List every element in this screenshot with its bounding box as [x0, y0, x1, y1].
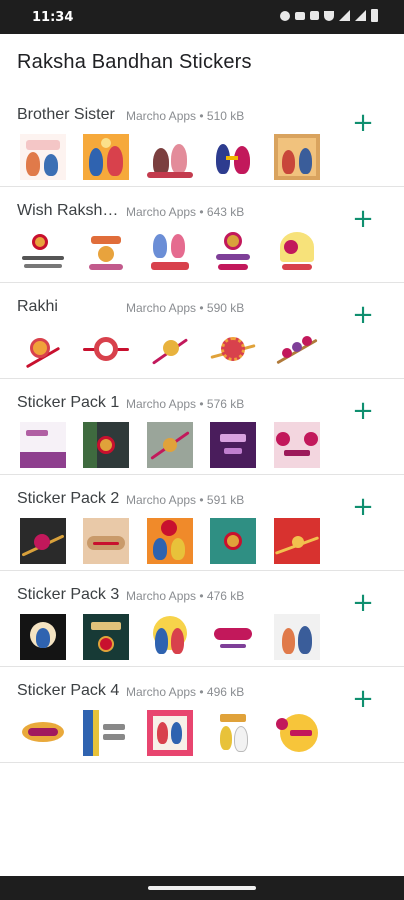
- sticker-thumbnail: [20, 710, 66, 756]
- pack-row[interactable]: Sticker Pack 4 Marcho Apps • 496 kB +: [0, 666, 404, 763]
- sticker-thumbnail: [210, 518, 256, 564]
- pack-size: 576 kB: [206, 397, 245, 411]
- pack-name: Sticker Pack 4: [17, 682, 120, 699]
- pack-row[interactable]: Sticker Pack 2 Marcho Apps • 591 kB +: [0, 474, 404, 571]
- sticker-thumbnail: [274, 710, 320, 756]
- pack-meta: Marcho Apps • 496 kB: [126, 685, 245, 699]
- sticker-thumbnail: [274, 614, 320, 660]
- pack-size: 590 kB: [206, 301, 245, 315]
- pack-meta: Marcho Apps • 476 kB: [126, 589, 245, 603]
- plus-icon[interactable]: +: [350, 110, 376, 136]
- signal-icon-2: [355, 10, 366, 21]
- wifi-icon: [324, 10, 334, 21]
- pack-size: 476 kB: [206, 589, 245, 603]
- sticker-thumbnail: [210, 230, 256, 276]
- plus-icon[interactable]: +: [350, 494, 376, 520]
- pack-size: 643 kB: [206, 205, 245, 219]
- sticker-thumbnail: [210, 614, 256, 660]
- sticker-thumbnail: [20, 518, 66, 564]
- sticker-thumbnail: [274, 518, 320, 564]
- pack-name: Brother Sister: [17, 106, 115, 123]
- sticker-thumbnail: [147, 230, 193, 276]
- sticker-thumbnail: [274, 230, 320, 276]
- pack-publisher: Marcho Apps: [126, 685, 197, 699]
- sticker-thumbnail: [83, 710, 129, 756]
- sticker-thumbnail: [274, 134, 320, 180]
- sticker-thumbnail: [147, 422, 193, 468]
- sticker-thumbnail: [20, 326, 66, 372]
- game-icon: [295, 11, 305, 20]
- sticker-thumbnail: [274, 326, 320, 372]
- sticker-thumbnail: [210, 710, 256, 756]
- pack-row[interactable]: Rakhi Marcho Apps • 590 kB +: [0, 282, 404, 379]
- pack-row[interactable]: Wish Raksh… Marcho Apps • 643 kB +: [0, 186, 404, 283]
- status-time: 11:34: [32, 10, 74, 25]
- pack-publisher: Marcho Apps: [126, 589, 197, 603]
- sticker-thumbnail: [147, 710, 193, 756]
- pack-publisher: Marcho Apps: [126, 493, 197, 507]
- sticker-thumbnail: [147, 614, 193, 660]
- pack-size: 510 kB: [206, 109, 245, 123]
- plus-icon[interactable]: +: [350, 398, 376, 424]
- sticker-thumbnail: [147, 518, 193, 564]
- pack-name: Sticker Pack 2: [17, 490, 120, 507]
- pack-size: 496 kB: [206, 685, 245, 699]
- status-bar: 11:34: [0, 0, 404, 34]
- signal-icon: [339, 10, 350, 21]
- home-gesture-handle[interactable]: [148, 886, 256, 890]
- pack-publisher: Marcho Apps: [126, 109, 197, 123]
- plus-icon[interactable]: +: [350, 590, 376, 616]
- sticker-thumbnail: [83, 326, 129, 372]
- sticker-thumbnail: [83, 518, 129, 564]
- pack-meta: Marcho Apps • 643 kB: [126, 205, 245, 219]
- pack-name: Sticker Pack 1: [17, 394, 120, 411]
- plus-icon[interactable]: +: [350, 206, 376, 232]
- sticker-thumbnail: [83, 230, 129, 276]
- sticker-thumbnail: [274, 422, 320, 468]
- sticker-thumbnail: [210, 134, 256, 180]
- pack-meta: Marcho Apps • 510 kB: [126, 109, 245, 123]
- sticker-thumbnail: [210, 326, 256, 372]
- sticker-thumbnail: [20, 614, 66, 660]
- battery-icon: [371, 9, 378, 22]
- pack-row[interactable]: Sticker Pack 1 Marcho Apps • 576 kB +: [0, 378, 404, 475]
- pack-meta: Marcho Apps • 576 kB: [126, 397, 245, 411]
- pack-row[interactable]: Sticker Pack 3 Marcho Apps • 476 kB +: [0, 570, 404, 667]
- pack-publisher: Marcho Apps: [126, 301, 197, 315]
- face-icon: [310, 11, 319, 20]
- plus-icon[interactable]: +: [350, 302, 376, 328]
- pack-meta: Marcho Apps • 591 kB: [126, 493, 245, 507]
- sticker-thumbnail: [83, 614, 129, 660]
- plus-icon[interactable]: +: [350, 686, 376, 712]
- pack-publisher: Marcho Apps: [126, 205, 197, 219]
- status-icons: [280, 9, 378, 22]
- sticker-thumbnail: [83, 422, 129, 468]
- hotspot-icon: [280, 10, 290, 21]
- sticker-thumbnail: [210, 422, 256, 468]
- pack-publisher: Marcho Apps: [126, 397, 197, 411]
- app-title: Raksha Bandhan Stickers: [17, 51, 252, 73]
- pack-name: Rakhi: [17, 298, 58, 315]
- sticker-thumbnail: [147, 326, 193, 372]
- sticker-thumbnail: [83, 134, 129, 180]
- sticker-thumbnail: [20, 230, 66, 276]
- sticker-thumbnail: [20, 422, 66, 468]
- pack-name: Sticker Pack 3: [17, 586, 120, 603]
- navigation-bar: [0, 876, 404, 900]
- sticker-thumbnail: [20, 134, 66, 180]
- pack-meta: Marcho Apps • 590 kB: [126, 301, 245, 315]
- pack-size: 591 kB: [206, 493, 245, 507]
- sticker-thumbnail: [147, 134, 193, 180]
- pack-row[interactable]: Brother Sister Marcho Apps • 510 kB +: [0, 90, 404, 187]
- pack-name: Wish Raksh…: [17, 202, 119, 219]
